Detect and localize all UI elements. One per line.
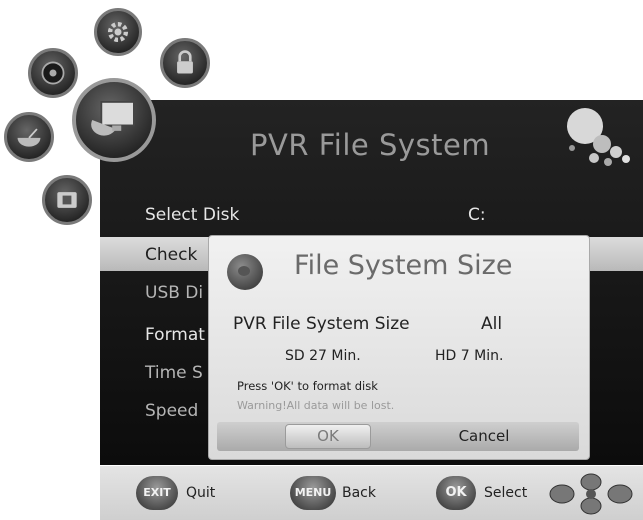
select-disk-value: C: [468,205,486,225]
format-dialog: File System Size PVR File System Size Al… [208,235,590,460]
hint-bar: EXIT Quit MENU Back OK Select [100,466,643,520]
quit-label: Quit [186,485,216,501]
dialog-info-icon [227,254,263,290]
menu-item-format[interactable]: Format [145,320,205,350]
menu-item-label: Format [145,325,205,345]
hd-time: HD 7 Min. [435,348,504,364]
menu-item-label: USB Di [145,283,204,303]
press-ok-text: Press 'OK' to format disk [237,379,378,393]
menu-item-label: Speed [145,401,199,421]
menu-item-label: Time S [145,363,203,383]
dialog-title: File System Size [294,250,513,281]
warning-text: Warning!All data will be lost. [237,399,395,412]
menu-item-time-shift[interactable]: Time S [145,358,203,388]
ok-hint-button[interactable]: OK [436,476,476,510]
ok-button[interactable]: OK [285,424,371,449]
menu-item-select-disk[interactable]: Select Disk [145,200,239,230]
menu-item-speed[interactable]: Speed [145,396,198,426]
menu-button[interactable]: MENU [290,476,336,510]
sd-time: SD 27 Min. [285,348,361,364]
brand-logo-icon [567,108,630,166]
page-title: PVR File System [250,128,491,162]
menu-item-usb-disk[interactable]: USB Di [145,278,203,308]
tv-monitor-icon[interactable] [72,78,156,162]
back-label: Back [342,485,376,501]
size-label: PVR File System Size [233,314,410,334]
dialog-button-bar: OK Cancel [217,422,579,451]
exit-button[interactable]: EXIT [136,476,178,510]
size-value[interactable]: All [481,314,502,334]
dpad-icon [549,473,633,515]
usb-device-icon[interactable] [42,175,92,225]
menu-item-label: Check [145,245,198,265]
menu-item-label: Select Disk [145,205,240,225]
select-label: Select [484,485,528,501]
lock-icon[interactable] [160,38,210,88]
media-icon[interactable] [28,48,78,98]
satellite-dish-icon[interactable] [4,112,54,162]
menu-item-check[interactable]: Check [145,240,197,270]
cancel-button[interactable]: Cancel [429,424,539,449]
settings-icon[interactable] [94,8,142,56]
